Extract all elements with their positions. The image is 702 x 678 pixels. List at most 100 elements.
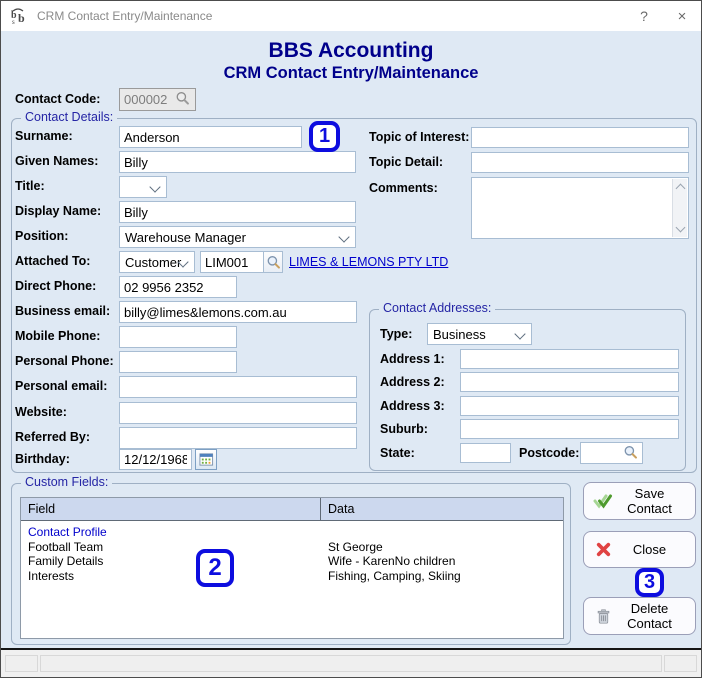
bsb-logo-icon: b s b: [11, 8, 25, 25]
title-label: Title:: [15, 179, 45, 193]
suburb-field[interactable]: [460, 419, 679, 439]
state-field[interactable]: [460, 443, 511, 463]
delete-contact-button[interactable]: Delete Contact: [583, 597, 696, 635]
address2-label: Address 2:: [380, 375, 445, 389]
topic-detail-field[interactable]: [471, 152, 689, 173]
scroll-up-icon[interactable]: [675, 183, 685, 194]
attached-to-type-select[interactable]: Customer: [119, 251, 195, 273]
surname-field[interactable]: [119, 126, 302, 148]
address2-field[interactable]: [460, 372, 679, 392]
attached-to-search-button[interactable]: [263, 251, 283, 273]
row-data: St George: [328, 539, 383, 554]
close-button-label: Close: [632, 542, 667, 557]
save-contact-button[interactable]: Save Contact: [583, 482, 696, 520]
topic-detail-label: Topic Detail:: [369, 155, 444, 169]
custom-fields-group: Custom Fields: Field Data Contact Profil…: [11, 475, 571, 645]
table-row[interactable]: Interests Fishing, Camping, Skiing: [21, 569, 563, 584]
comments-textarea[interactable]: [471, 177, 689, 239]
topic-of-interest-field[interactable]: [471, 127, 689, 148]
personal-phone-label: Personal Phone:: [15, 354, 114, 368]
row-field[interactable]: Contact Profile: [21, 525, 321, 540]
birthday-field[interactable]: [119, 449, 192, 470]
address-type-select[interactable]: Business: [427, 323, 532, 345]
table-row[interactable]: Football Team St George: [21, 540, 563, 555]
status-cell-main: [40, 655, 662, 672]
address1-field[interactable]: [460, 349, 679, 369]
table-row[interactable]: Family Details Wife - KarenNo children: [21, 554, 563, 569]
direct-phone-field[interactable]: [119, 276, 237, 298]
help-button[interactable]: ?: [625, 1, 663, 31]
status-bar: [1, 650, 701, 677]
display-name-field[interactable]: [119, 201, 356, 223]
display-name-label: Display Name:: [15, 204, 102, 218]
row-field[interactable]: Football Team: [21, 540, 321, 555]
address3-label: Address 3:: [380, 399, 445, 413]
contact-details-legend: Contact Details:: [21, 110, 118, 124]
column-header-data[interactable]: Data: [321, 502, 563, 516]
business-email-field[interactable]: [119, 301, 357, 323]
birthday-calendar-button[interactable]: [195, 449, 217, 470]
contact-addresses-group: Contact Addresses: Type: Business Addres…: [369, 301, 686, 471]
annotation-marker-3: 3: [635, 568, 664, 597]
direct-phone-label: Direct Phone:: [15, 279, 97, 293]
custom-fields-table: Field Data Contact Profile Football Team…: [20, 497, 564, 639]
position-select-value: Warehouse Manager: [125, 229, 246, 245]
referred-by-label: Referred By:: [15, 430, 91, 444]
scroll-down-icon[interactable]: [675, 222, 685, 233]
topic-of-interest-label: Topic of Interest:: [369, 130, 470, 144]
comments-scrollbar[interactable]: [672, 179, 687, 237]
postcode-search-icon[interactable]: [623, 445, 638, 460]
website-label: Website:: [15, 405, 67, 419]
table-row[interactable]: Contact Profile: [21, 525, 563, 540]
attached-to-type-value: Customer: [125, 254, 182, 270]
address1-label: Address 1:: [380, 352, 445, 366]
window-title: CRM Contact Entry/Maintenance: [37, 9, 213, 23]
position-label: Position:: [15, 229, 69, 243]
suburb-label: Suburb:: [380, 422, 428, 436]
row-field[interactable]: Family Details: [21, 554, 321, 569]
business-email-label: Business email:: [15, 304, 111, 318]
trash-icon: [593, 608, 613, 624]
address-type-label: Type:: [380, 327, 413, 341]
status-cell-left: [5, 655, 38, 672]
surname-label: Surname:: [15, 129, 73, 143]
row-data: Fishing, Camping, Skiing: [328, 568, 461, 583]
mobile-phone-label: Mobile Phone:: [15, 329, 101, 343]
contact-code-label: Contact Code:: [15, 92, 101, 106]
row-field[interactable]: Interests: [21, 569, 321, 584]
column-header-field[interactable]: Field: [21, 498, 321, 520]
personal-email-field[interactable]: [119, 376, 357, 398]
address-type-value: Business: [433, 326, 486, 342]
contact-code-search-icon[interactable]: [175, 91, 190, 106]
attached-to-entity-link[interactable]: LIMES & LEMONS PTY LTD: [289, 255, 448, 269]
save-button-label: Save Contact: [627, 486, 672, 516]
svg-text:s: s: [12, 18, 15, 25]
app-title: BBS Accounting: [268, 39, 434, 62]
address3-field[interactable]: [460, 396, 679, 416]
comments-label: Comments:: [369, 181, 438, 195]
svg-text:b: b: [18, 11, 25, 25]
form-body: BBS Accounting CRM Contact Entry/Mainten…: [1, 31, 701, 648]
mobile-phone-field[interactable]: [119, 326, 237, 348]
personal-phone-field[interactable]: [119, 351, 237, 373]
postcode-label: Postcode:: [519, 446, 580, 460]
row-data: [321, 525, 563, 540]
chevron-down-icon: [514, 328, 526, 340]
custom-fields-header: Field Data: [21, 498, 563, 521]
website-field[interactable]: [119, 402, 357, 424]
close-x-icon: [593, 542, 613, 557]
attached-to-code-field[interactable]: [200, 251, 264, 273]
birthday-label: Birthday:: [15, 452, 70, 466]
referred-by-field[interactable]: [119, 427, 357, 449]
title-bar: b s b CRM Contact Entry/Maintenance ? ×: [1, 1, 701, 31]
state-label: State:: [380, 446, 415, 460]
given-names-field[interactable]: [119, 151, 356, 173]
chevron-down-icon: [338, 231, 350, 243]
close-window-button[interactable]: ×: [663, 1, 701, 31]
given-names-label: Given Names:: [15, 154, 99, 168]
title-select[interactable]: [119, 176, 167, 198]
chevron-down-icon: [149, 181, 161, 193]
screen-title: CRM Contact Entry/Maintenance: [223, 64, 479, 82]
close-button[interactable]: Close: [583, 531, 696, 568]
position-select[interactable]: Warehouse Manager: [119, 226, 356, 248]
